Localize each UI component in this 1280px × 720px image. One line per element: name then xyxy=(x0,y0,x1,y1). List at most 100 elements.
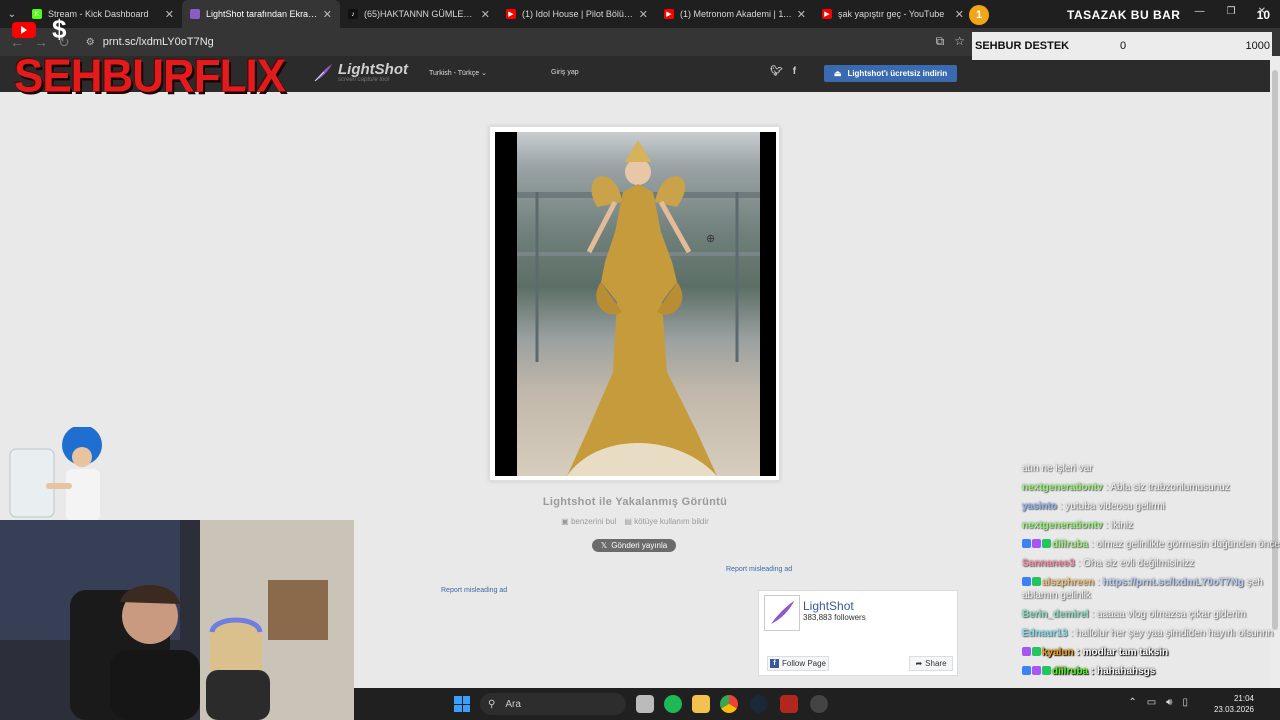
logo-name: LightShot xyxy=(338,61,408,78)
minimize-icon[interactable]: — xyxy=(1195,6,1205,17)
chat-badge-icon xyxy=(1042,666,1051,675)
report-abuse-link[interactable]: ▤ kötüye kullanım bildir xyxy=(624,517,709,526)
tab-title: şak yapıştır geç - YouTube xyxy=(838,9,945,19)
chat-username[interactable]: Berin_demirel xyxy=(1022,609,1089,620)
feather-icon xyxy=(314,64,332,82)
battery-icon[interactable]: ▯ xyxy=(1182,697,1188,708)
stream-chat: atın ne işleri var nextgenerationtv : Abl… xyxy=(1022,462,1280,684)
chat-username[interactable]: nextgenerationtv xyxy=(1022,482,1103,493)
url-field[interactable]: ⚙ prnt.sc/lxdmLY0oT7Ng xyxy=(86,36,214,48)
chat-text: : hallolur her şey yaa şimdiden hayırlı … xyxy=(1070,628,1274,639)
chat-username[interactable]: nextgenerationtv xyxy=(1022,520,1103,531)
chat-username[interactable]: diilruba xyxy=(1052,666,1088,677)
x-logo-icon: 𝕏 xyxy=(600,541,608,550)
chat-text: : Oha siz evli değilmisinizz xyxy=(1077,558,1195,569)
chat-message: nextgenerationtv : Abla siz trabzonlumus… xyxy=(1022,481,1280,494)
close-tab-icon[interactable]: ✕ xyxy=(481,8,490,21)
tweet-label: Gönderi yayınla xyxy=(611,541,668,550)
share-icon: ➦ xyxy=(915,659,923,668)
chat-text: : yutuba videosu gelirmi xyxy=(1059,501,1165,512)
system-clock[interactable]: 21:04 23.03.2026 xyxy=(1214,693,1254,715)
chat-message: kyalun : modlar tam taksin xyxy=(1022,646,1280,659)
chevron-up-icon[interactable]: ⌃ xyxy=(1128,697,1136,708)
tweet-button[interactable]: 𝕏 Gönderi yayınla xyxy=(592,539,676,552)
webcam-feed xyxy=(0,520,354,720)
facebook-page-widget: LightShot 383,883 followers f Follow Pag… xyxy=(758,590,958,676)
lightshot-logo[interactable]: LightShot screen capture tool xyxy=(312,62,408,84)
steam-icon[interactable] xyxy=(750,695,768,713)
file-explorer-icon[interactable] xyxy=(692,695,710,713)
chat-message: Sannanee3 : Oha siz evli değilmisinizz xyxy=(1022,557,1280,570)
start-windows-icon[interactable] xyxy=(454,696,470,712)
chat-username[interactable]: Sannanee3 xyxy=(1022,558,1075,569)
cast-icon[interactable]: ⧉ xyxy=(936,34,945,49)
chat-username[interactable]: diilruba xyxy=(1052,539,1088,550)
find-similar-link[interactable]: ▣ benzerini bul xyxy=(561,517,616,526)
page-name[interactable]: LightShot xyxy=(803,599,854,613)
page-avatar[interactable] xyxy=(764,595,800,631)
browser-tab[interactable]: ♪ (65)HAKTANNN GÜMLETMEEEE ✕ xyxy=(340,0,498,28)
twitter-icon[interactable]: 🐦︎ xyxy=(770,66,783,77)
close-tab-icon[interactable]: ✕ xyxy=(639,8,648,21)
chat-badge-icon xyxy=(1032,666,1041,675)
taskbar-search[interactable]: ⚲ Ara xyxy=(480,693,626,715)
report-ad-link-1[interactable]: Report misleading ad xyxy=(726,566,792,573)
spotify-icon[interactable] xyxy=(664,695,682,713)
system-tray: ⌃ ▭ 🔊︎ ▯ xyxy=(1128,697,1188,708)
chrome-icon[interactable] xyxy=(720,695,738,713)
download-label: Lightshot'ı ücretsiz indirin xyxy=(847,69,948,78)
close-tab-icon[interactable]: ✕ xyxy=(165,8,174,21)
chat-badge-icon xyxy=(1042,539,1051,548)
search-icon: ⚲ xyxy=(488,698,496,710)
obs-record-icon[interactable] xyxy=(780,695,798,713)
chat-link[interactable]: https://prnt.sc/lxdmLY0oT7Ng xyxy=(1103,577,1244,588)
screenshot-image[interactable] xyxy=(495,132,776,476)
close-tab-icon[interactable]: ✕ xyxy=(797,8,806,21)
network-icon[interactable]: ▭ xyxy=(1147,697,1156,708)
login-link[interactable]: Giriş yap xyxy=(551,69,579,76)
chat-text: atın ne işleri var xyxy=(1022,463,1093,474)
close-window-icon[interactable]: ✕ xyxy=(1258,6,1266,17)
chat-badge-icon xyxy=(1032,647,1041,656)
share-button[interactable]: ➦ Share xyxy=(909,656,953,671)
tab-title: (1) Idol House | Pilot Bölüm - Yo xyxy=(522,9,635,19)
browser-tab[interactable]: ▶ şak yapıştır geç - YouTube ✕ xyxy=(814,0,972,28)
forward-icon[interactable]: → xyxy=(34,34,48,50)
close-tab-icon[interactable]: ✕ xyxy=(955,8,964,21)
chat-text: : Abla siz trabzonlumusunuz xyxy=(1105,482,1230,493)
camera-icon: ▣ xyxy=(561,517,569,526)
browser-tab[interactable]: ▶ (1) Metronom Akademi | 11. Bö ✕ xyxy=(656,0,814,28)
coin-icon: 1 xyxy=(969,5,989,25)
chat-username[interactable]: alszphreen xyxy=(1042,577,1094,588)
bookmark-star-icon[interactable]: ☆ xyxy=(954,34,965,49)
gold-dress-photo xyxy=(517,132,760,476)
chat-username[interactable]: kyalun xyxy=(1042,647,1074,658)
restore-icon[interactable]: ❐ xyxy=(1227,6,1236,17)
task-view-icon[interactable] xyxy=(636,695,654,713)
site-info-icon[interactable]: ⚙ xyxy=(86,37,95,48)
chat-username[interactable]: yasinto xyxy=(1022,501,1057,512)
report-ad-link-2[interactable]: Report misleading ad xyxy=(441,587,507,594)
chat-username[interactable]: Ednaur13 xyxy=(1022,628,1068,639)
goal-current: 0 xyxy=(1120,40,1127,52)
language-selector[interactable]: Turkish - Türkçe ⌄ xyxy=(429,69,487,77)
zoom-cursor-icon: ⊕ xyxy=(706,233,716,245)
facebook-icon[interactable]: f xyxy=(793,66,796,77)
chat-message: nextgenerationtv : ikiniz xyxy=(1022,519,1280,532)
chat-text: : hahahahsgs xyxy=(1090,666,1156,677)
window-controls: — ❐ ✕ xyxy=(1195,6,1266,17)
follow-page-button[interactable]: f Follow Page xyxy=(767,656,829,671)
youtube-icon xyxy=(12,22,36,38)
download-button[interactable]: ⏏ Lightshot'ı ücretsiz indirin xyxy=(824,65,957,82)
close-tab-icon[interactable]: ✕ xyxy=(323,8,332,21)
browser-tab[interactable]: K Stream - Kick Dashboard ✕ xyxy=(24,0,182,28)
volume-icon[interactable]: 🔊︎ xyxy=(1166,697,1172,708)
goal-target: 1000 xyxy=(1245,40,1270,52)
tab-favicon-icon: K xyxy=(32,9,42,19)
chat-badge-icon xyxy=(1022,666,1031,675)
browser-tab[interactable]: LightShot tarafından Ekran Görü ✕ xyxy=(182,0,340,28)
browser-tab[interactable]: ▶ (1) Idol House | Pilot Bölüm - Yo ✕ xyxy=(498,0,656,28)
chat-message: Ednaur13 : hallolur her şey yaa şimdiden… xyxy=(1022,627,1280,640)
settings-icon[interactable] xyxy=(810,695,828,713)
goal-label: SEHBUR DESTEK xyxy=(975,40,1070,52)
